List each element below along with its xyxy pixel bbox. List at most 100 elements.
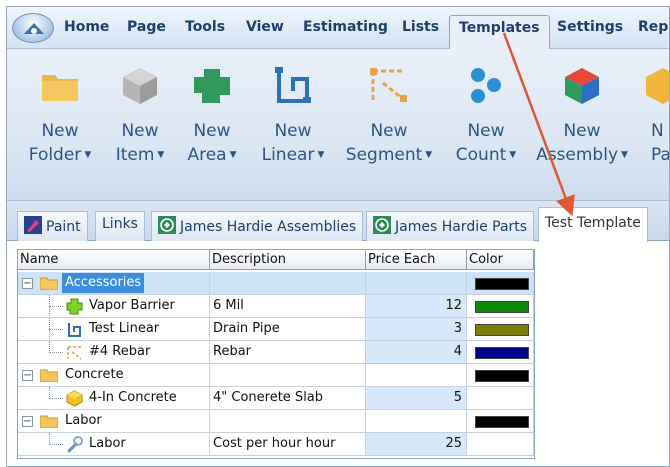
app-logo-icon xyxy=(24,23,44,34)
tab-lists[interactable]: Lists xyxy=(402,19,439,35)
description-cell xyxy=(210,364,366,387)
new-item-button[interactable]: New Item ▼ xyxy=(109,49,171,199)
table-row[interactable]: − Accessories xyxy=(18,272,534,295)
color-cell xyxy=(467,295,534,318)
new-assembly-line1: New xyxy=(563,121,601,141)
folder-icon xyxy=(40,369,58,382)
collapse-toggle-icon[interactable]: − xyxy=(22,278,33,289)
new-item-line1: New xyxy=(121,121,159,141)
name-cell: Labor xyxy=(18,433,210,456)
new-folder-button[interactable]: New Folder ▼ xyxy=(21,49,99,199)
price-cell: 3 xyxy=(366,318,467,341)
table-row[interactable]: Labor Cost per hour hour 25 xyxy=(18,433,534,456)
tab-paint-label: Paint xyxy=(46,219,81,235)
folder-name: Accessories xyxy=(62,273,145,293)
color-swatch xyxy=(475,347,529,359)
tab-james-hardie-parts[interactable]: James Hardie Parts xyxy=(366,211,535,241)
new-folder-line2: Folder xyxy=(28,145,82,165)
name-cell: − Labor xyxy=(18,410,210,433)
app-menu-button[interactable] xyxy=(12,13,54,43)
tab-page[interactable]: Page xyxy=(127,19,166,35)
new-assembly-line2: Assembly xyxy=(536,145,618,165)
template-tabs: Paint Links James Hardie Assemblies Jame… xyxy=(7,201,669,242)
color-cell xyxy=(467,364,534,387)
description-cell: Cost per hour hour xyxy=(210,433,366,456)
cube-icon xyxy=(66,390,83,407)
new-segment-button[interactable]: New Segment ▼ xyxy=(341,49,437,199)
column-header-price-each[interactable]: Price Each xyxy=(366,250,467,270)
james-hardie-logo-icon xyxy=(373,216,391,234)
folder-icon xyxy=(40,415,58,428)
table-row[interactable]: − Labor xyxy=(18,410,534,433)
table-row[interactable]: 4-In Concrete 4" Conerete Slab 5 xyxy=(18,387,534,410)
paint-icon xyxy=(24,216,42,234)
new-package-button[interactable]: N Pa xyxy=(643,49,670,199)
description-cell xyxy=(210,272,366,295)
column-header-description[interactable]: Description xyxy=(210,250,366,270)
name-cell: Test Linear xyxy=(18,318,210,341)
description-cell: 6 Mil xyxy=(210,295,366,318)
description-cell: 4" Conerete Slab xyxy=(210,387,366,410)
item-name: 4-In Concrete xyxy=(89,390,177,405)
tab-links[interactable]: Links xyxy=(95,211,145,241)
name-cell: − Accessories xyxy=(18,272,210,295)
color-cell xyxy=(467,318,534,341)
package-icon xyxy=(646,68,669,104)
tab-home[interactable]: Home xyxy=(64,19,109,35)
new-area-line2: Area xyxy=(187,145,227,165)
dropdown-arrow-icon: ▼ xyxy=(317,150,325,160)
new-count-button[interactable]: New Count ▼ xyxy=(449,49,523,199)
tab-james-hardie-assemblies[interactable]: James Hardie Assemblies xyxy=(151,211,364,241)
name-cell: − Concrete xyxy=(18,364,210,387)
template-grid: Name Description Price Each Color − Acce… xyxy=(17,249,535,459)
tab-view[interactable]: View xyxy=(246,19,284,35)
new-linear-button[interactable]: New Linear ▼ xyxy=(255,49,331,199)
column-header-name[interactable]: Name xyxy=(18,250,210,270)
segment-icon xyxy=(370,68,407,102)
dropdown-arrow-icon: ▼ xyxy=(229,150,237,160)
description-cell: Rebar xyxy=(210,341,366,364)
column-header-color[interactable]: Color xyxy=(467,250,534,270)
color-swatch xyxy=(475,301,529,313)
price-cell: 5 xyxy=(366,387,467,410)
tab-paint[interactable]: Paint xyxy=(17,211,88,241)
linear-icon xyxy=(275,67,311,103)
folder-name: Concrete xyxy=(65,367,124,382)
tab-estimating[interactable]: Estimating xyxy=(303,19,388,35)
table-row[interactable]: Test Linear Drain Pipe 3 xyxy=(18,318,534,341)
color-swatch xyxy=(475,324,529,336)
tab-tools[interactable]: Tools xyxy=(185,19,225,35)
price-cell xyxy=(366,410,467,433)
new-folder-line1: New xyxy=(41,121,79,141)
dropdown-arrow-icon: ▼ xyxy=(157,150,165,160)
dropdown-arrow-icon: ▼ xyxy=(509,150,517,160)
tab-templates[interactable]: Templates xyxy=(449,15,550,50)
new-package-line2: Pa xyxy=(651,145,670,165)
dropdown-arrow-icon: ▼ xyxy=(425,150,433,160)
app-window: Home Page Tools View Estimating Lists Te… xyxy=(6,6,670,467)
folder-icon xyxy=(40,277,58,290)
folder-name: Labor xyxy=(65,413,102,428)
price-cell: 4 xyxy=(366,341,467,364)
table-row[interactable]: − Concrete xyxy=(18,364,534,387)
new-area-button[interactable]: New Area ▼ xyxy=(179,49,245,199)
new-item-line2: Item xyxy=(115,145,155,165)
color-swatch xyxy=(475,370,529,382)
color-cell xyxy=(467,410,534,433)
collapse-toggle-icon[interactable]: − xyxy=(22,370,33,381)
price-cell xyxy=(366,272,467,295)
table-row[interactable]: Vapor Barrier 6 Mil 12 xyxy=(18,295,534,318)
tab-test-template[interactable]: Test Template xyxy=(538,207,648,242)
cube-icon xyxy=(123,68,157,104)
new-linear-line1: New xyxy=(274,121,312,141)
new-assembly-button[interactable]: New Assembly ▼ xyxy=(533,49,631,199)
name-cell: 4-In Concrete xyxy=(18,387,210,410)
collapse-toggle-icon[interactable]: − xyxy=(22,416,33,427)
dropdown-arrow-icon: ▼ xyxy=(621,150,628,160)
table-row[interactable]: #4 Rebar Rebar 4 xyxy=(18,341,534,364)
tab-settings[interactable]: Settings xyxy=(557,19,623,35)
area-icon xyxy=(194,69,230,103)
tab-reports[interactable]: Repo xyxy=(638,19,669,35)
new-linear-line2: Linear xyxy=(261,145,315,165)
ribbon-templates: New Folder ▼ New Item ▼ New Area ▼ New L… xyxy=(7,49,670,201)
